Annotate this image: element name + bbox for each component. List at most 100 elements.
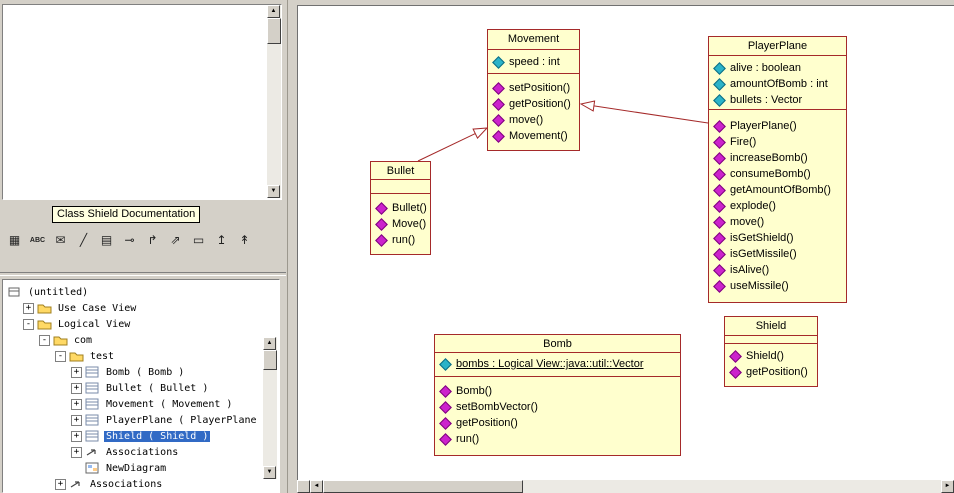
class-method: Shield() xyxy=(725,348,817,364)
expand-plus-icon[interactable] xyxy=(23,302,34,314)
scrollbar-track[interactable] xyxy=(267,18,281,185)
tree-item-logical-view[interactable]: Logical View xyxy=(3,316,279,332)
collapse-minus-icon[interactable] xyxy=(23,318,34,330)
class-method: useMissile() xyxy=(709,278,846,294)
class-diagram-canvas[interactable]: Movement speed : int setPosition() getPo… xyxy=(297,5,954,481)
documentation-panel[interactable] xyxy=(2,4,282,200)
class-method: Move() xyxy=(371,216,430,232)
scroll-up-icon[interactable]: ▲ xyxy=(263,337,276,350)
documentation-vertical-scrollbar[interactable]: ▲ ▼ xyxy=(267,5,281,198)
selected-tree-label: Shield ( Shield ) xyxy=(104,430,211,442)
class-method: getPosition() xyxy=(725,364,817,380)
class-attributes: speed : int xyxy=(488,50,579,74)
method-icon xyxy=(729,349,742,363)
expand-plus-icon[interactable] xyxy=(71,414,82,426)
tree-item-associations[interactable]: Associations xyxy=(3,444,279,460)
vertical-splitter[interactable] xyxy=(287,0,288,493)
class-method: run() xyxy=(435,431,680,447)
collapse-minus-icon[interactable] xyxy=(39,334,50,346)
method-icon xyxy=(713,199,726,213)
scroll-down-icon[interactable]: ▼ xyxy=(263,466,276,479)
class-box-playerplane[interactable]: PlayerPlane alive : boolean amountOfBomb… xyxy=(708,36,847,303)
class-box-shield[interactable]: Shield Shield() getPosition() xyxy=(724,316,818,387)
class-box-movement[interactable]: Movement speed : int setPosition() getPo… xyxy=(487,29,580,151)
tree-item-use-case-view[interactable]: Use Case View xyxy=(3,300,279,316)
expand-plus-icon[interactable] xyxy=(71,430,82,442)
scrollbar-track[interactable] xyxy=(263,350,277,466)
diagonal-arrow-icon[interactable]: ⇗ xyxy=(165,230,186,250)
scroll-right-icon[interactable]: ► xyxy=(941,480,954,493)
class-icon xyxy=(85,398,101,411)
scrollbar-thumb[interactable] xyxy=(323,480,523,493)
container-icon[interactable]: ▭ xyxy=(188,230,209,250)
method-icon xyxy=(492,113,505,127)
class-box-bullet[interactable]: Bullet Bullet() Move() run() xyxy=(370,161,431,255)
tree-item-shield[interactable]: Shield ( Shield ) xyxy=(3,428,279,444)
class-method: getPosition() xyxy=(488,96,579,112)
class-method: Bullet() xyxy=(371,200,430,216)
expand-plus-icon[interactable] xyxy=(55,478,66,490)
scroll-up-icon[interactable]: ▲ xyxy=(267,5,280,18)
scrollbar-corner xyxy=(297,480,310,493)
method-icon xyxy=(713,279,726,293)
anchor-note-icon[interactable]: ⊸ xyxy=(119,230,140,250)
expand-plus-icon[interactable] xyxy=(71,398,82,410)
tree-item-bullet[interactable]: Bullet ( Bullet ) xyxy=(3,380,279,396)
tree-vertical-scrollbar[interactable]: ▲ ▼ xyxy=(263,337,277,479)
folder-icon xyxy=(37,302,53,315)
collapse-minus-icon[interactable] xyxy=(55,350,66,362)
expand-plus-icon[interactable] xyxy=(71,446,82,458)
method-icon xyxy=(439,416,452,430)
class-box-bomb[interactable]: Bomb bombs : Logical View::java::util::V… xyxy=(434,334,681,456)
association-icon xyxy=(69,478,85,491)
folder-icon xyxy=(53,334,69,347)
tree-item-com[interactable]: com xyxy=(3,332,279,348)
attribute-icon xyxy=(713,93,726,107)
class-attribute: amountOfBomb : int xyxy=(709,76,846,92)
canvas-horizontal-scrollbar[interactable]: ◄ ► xyxy=(310,480,954,493)
scrollbar-track[interactable] xyxy=(323,480,941,493)
class-method: isGetMissile() xyxy=(709,246,846,262)
promote-arrow-icon[interactable]: ↟ xyxy=(234,230,255,250)
pencil-icon[interactable]: ╱ xyxy=(73,230,94,250)
scrollbar-thumb[interactable] xyxy=(267,18,281,44)
method-icon xyxy=(439,432,452,446)
method-icon xyxy=(713,215,726,229)
class-attribute: bullets : Vector xyxy=(709,92,846,108)
class-icon xyxy=(85,382,101,395)
expand-plus-icon[interactable] xyxy=(71,382,82,394)
attribute-icon xyxy=(713,77,726,91)
grid-icon[interactable]: ▦ xyxy=(4,230,25,250)
spellcheck-icon[interactable]: ABC xyxy=(27,230,48,250)
class-attributes: alive : boolean amountOfBomb : int bulle… xyxy=(709,56,846,110)
class-method: Movement() xyxy=(488,128,579,144)
association-icon xyxy=(85,446,101,459)
tree-item-playerplane[interactable]: PlayerPlane ( PlayerPlane ) xyxy=(3,412,279,428)
tree-item-movement[interactable]: Movement ( Movement ) xyxy=(3,396,279,412)
class-method: run() xyxy=(371,232,430,248)
scrollbar-thumb[interactable] xyxy=(263,350,277,370)
class-method: getAmountOfBomb() xyxy=(709,182,846,198)
class-icon xyxy=(85,430,101,443)
method-icon xyxy=(713,231,726,245)
horizontal-splitter[interactable] xyxy=(0,272,286,276)
expand-plus-icon[interactable] xyxy=(71,366,82,378)
tree-item-bomb[interactable]: Bomb ( Bomb ) xyxy=(3,364,279,380)
class-attribute: bombs : Logical View::java::util::Vector xyxy=(435,356,680,372)
class-method: PlayerPlane() xyxy=(709,118,846,134)
corner-arrow-icon[interactable]: ↱ xyxy=(142,230,163,250)
class-method: move() xyxy=(709,214,846,230)
method-icon xyxy=(492,129,505,143)
note-icon[interactable]: ✉ xyxy=(50,230,71,250)
tree-item-test[interactable]: test xyxy=(3,348,279,364)
tree-item-untitled[interactable]: (untitled) xyxy=(3,284,279,300)
class-method: consumeBomb() xyxy=(709,166,846,182)
class-title: Movement xyxy=(488,30,579,50)
scroll-left-icon[interactable]: ◄ xyxy=(310,480,323,493)
document-icon[interactable]: ▤ xyxy=(96,230,117,250)
scroll-down-icon[interactable]: ▼ xyxy=(267,185,280,198)
up-arrow-icon[interactable]: ↥ xyxy=(211,230,232,250)
tree-item-newdiagram[interactable]: NewDiagram xyxy=(3,460,279,476)
tree-item-associations-2[interactable]: Associations xyxy=(3,476,279,492)
method-icon xyxy=(375,233,388,247)
